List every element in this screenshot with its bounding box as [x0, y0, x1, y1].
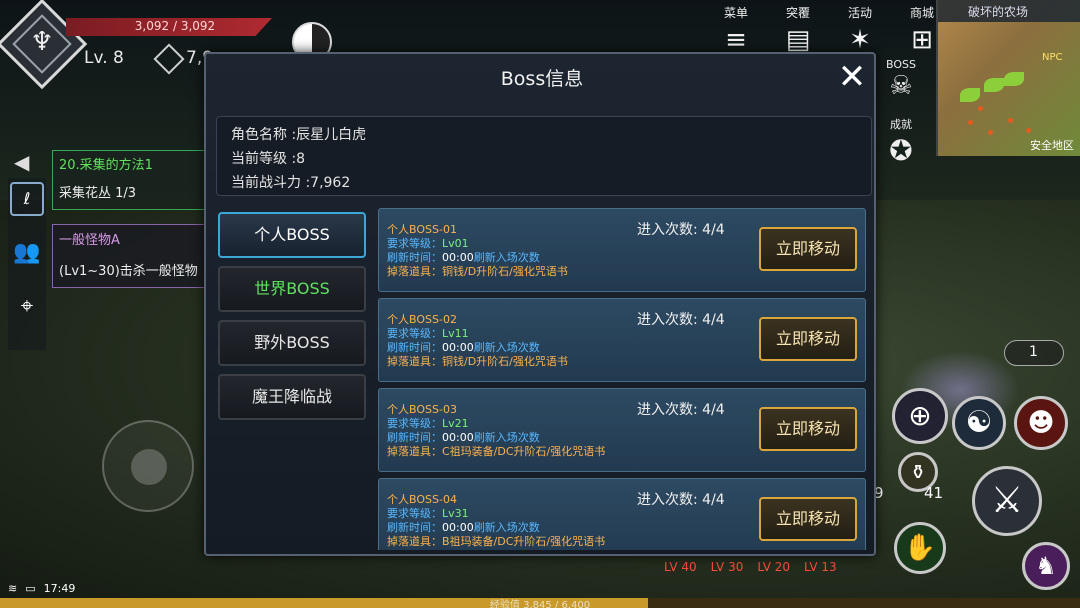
- quest-title: 20.采集的方法1: [59, 158, 153, 173]
- map-plant-icon: [984, 78, 1004, 92]
- entry-count: 进入次数: 4/4: [637, 312, 725, 328]
- move-now-button[interactable]: 立即移动: [759, 317, 857, 361]
- power-value: :7,962: [305, 175, 351, 191]
- achievement-label: 成就: [890, 118, 912, 131]
- status-bar: ≋ ▭ 17:49: [8, 582, 75, 595]
- dialog-title: Boss信息: [500, 68, 584, 90]
- yinyang-skill-icon[interactable]: ☯: [952, 396, 1006, 450]
- exp-text: 经验值 3,845 / 6,400: [489, 600, 591, 608]
- minimap[interactable]: 破坏的农场 NPC 安全地区: [936, 0, 1080, 156]
- level-label: 当前等级: [231, 151, 287, 167]
- lv-badge: LV 30: [710, 560, 744, 574]
- player-level: Lv. 8: [84, 48, 124, 68]
- book-label: 突覆: [785, 6, 810, 20]
- drop-line: 掉落道具：铜钱/D升阶石/强化咒语书: [387, 355, 568, 368]
- quest-item[interactable]: 一般怪物A (Lv1~30)击杀一般怪物: [52, 224, 212, 288]
- demon-mask-icon: ☠: [889, 71, 913, 101]
- quest-tab-icon[interactable]: ℓ: [10, 182, 44, 216]
- boss-shortcut-button[interactable]: BOSS ☠: [876, 58, 926, 101]
- map-marker: [1008, 118, 1013, 123]
- boss-shortcut-label: BOSS: [886, 58, 916, 71]
- lv-badge: LV 40: [664, 560, 697, 574]
- power-label: 当前战斗力: [231, 175, 301, 191]
- move-now-button[interactable]: 立即移动: [759, 407, 857, 451]
- lv-badge: LV 13: [804, 560, 837, 574]
- target-lock-icon[interactable]: ⊕: [892, 388, 948, 444]
- character-name-row: 角色名称 :辰星儿白虎: [231, 123, 857, 147]
- map-marker: [968, 120, 973, 125]
- medal-icon: ✪: [889, 134, 913, 167]
- drop-line: 掉落道具：铜钱/D升阶石/强化咒语书: [387, 265, 568, 278]
- shadow-skill-icon[interactable]: ♞: [1022, 542, 1070, 590]
- tab-world-boss[interactable]: 世界BOSS: [218, 266, 366, 312]
- menu-label: 菜单: [723, 6, 748, 20]
- lv-badges: LV 40 LV 30 LV 20 LV 13: [664, 560, 837, 574]
- minimap-npc-label: NPC: [1042, 52, 1063, 63]
- shop-label: 商城: [909, 6, 934, 20]
- quest-title: 一般怪物A: [59, 233, 120, 248]
- ticket-counter[interactable]: 1: [1004, 340, 1064, 366]
- tab-field-boss[interactable]: 野外BOSS: [218, 320, 366, 366]
- move-now-button[interactable]: 立即移动: [759, 497, 857, 541]
- hp-text: 3,092 / 3,092: [134, 19, 216, 33]
- map-marker: [1026, 128, 1031, 133]
- drop-line: 掉落道具：B祖玛装备/DC升阶石/强化咒语书: [387, 535, 606, 548]
- menu-icon: ≡: [725, 25, 747, 55]
- demon-skill-icon[interactable]: ☻: [1014, 396, 1068, 450]
- minimap-safe-label: 安全地区: [1030, 139, 1074, 152]
- achievement-button[interactable]: 成就 ✪: [876, 116, 926, 167]
- name-label: 角色名称: [231, 127, 287, 143]
- target-icon[interactable]: ⌖: [10, 290, 44, 324]
- boss-card: 个人BOSS-02 要求等级：Lv11 刷新时间：00:00刷新入场次数 掉落道…: [378, 298, 866, 382]
- boss-card: 个人BOSS-01 要求等级：Lv01 刷新时间：00:00刷新入场次数 掉落道…: [378, 208, 866, 292]
- boss-category-list: 个人BOSS 世界BOSS 野外BOSS 魔王降临战: [218, 212, 368, 428]
- joystick-knob[interactable]: [131, 449, 167, 485]
- quest-item[interactable]: 20.采集的方法1 采集花丛 1/3: [52, 150, 212, 210]
- entry-count: 进入次数: 4/4: [637, 492, 725, 508]
- event-button[interactable]: 活动 ✶: [834, 4, 886, 55]
- wifi-icon: ≋: [8, 582, 18, 595]
- boss-info-dialog: Boss信息 ✕ 角色名称 :辰星儿白虎 当前等级 :8 当前战斗力 :7,96…: [204, 52, 876, 556]
- book-button[interactable]: 突覆 ▤: [772, 4, 824, 55]
- potion-count: 41: [924, 484, 944, 502]
- entry-count: 进入次数: 4/4: [637, 222, 725, 238]
- quest-progress: (Lv1~30)击杀一般怪物: [59, 264, 198, 279]
- tab-demon-king-battle[interactable]: 魔王降临战: [218, 374, 366, 420]
- class-icon: ♆: [30, 27, 54, 57]
- drop-line: 掉落道具：C祖玛装备/DC升阶石/强化咒语书: [387, 445, 606, 458]
- movement-joystick[interactable]: [102, 420, 194, 512]
- hand-skill-icon[interactable]: ✋: [894, 522, 946, 574]
- sword-attack-icon[interactable]: ⚔: [972, 466, 1042, 536]
- left-toolbar: ℓ 👥 ⌖: [8, 178, 46, 350]
- move-now-button[interactable]: 立即移动: [759, 227, 857, 271]
- close-icon[interactable]: ✕: [834, 60, 870, 96]
- tab-personal-boss[interactable]: 个人BOSS: [218, 212, 366, 258]
- name-value: :辰星儿白虎: [291, 127, 367, 143]
- menu-button[interactable]: 菜单 ≡: [710, 4, 762, 55]
- map-plant-icon: [960, 88, 980, 102]
- top-menu: 菜单 ≡ 突覆 ▤ 活动 ✶ 商城 ⊞: [710, 4, 948, 55]
- add-friend-icon[interactable]: 👥: [10, 236, 44, 270]
- map-marker: [978, 106, 983, 111]
- entry-count: 进入次数: 4/4: [637, 402, 725, 418]
- map-plant-icon: [1004, 72, 1024, 86]
- level-value: :8: [291, 151, 306, 167]
- power-row: 当前战斗力 :7,962: [231, 171, 857, 195]
- lv-badge: LV 20: [757, 560, 791, 574]
- book-icon: ▤: [785, 25, 811, 55]
- map-marker: [988, 130, 993, 135]
- boss-card: 个人BOSS-04 要求等级：Lv31 刷新时间：00:00刷新入场次数 掉落道…: [378, 478, 866, 550]
- collapse-arrow-icon[interactable]: ◀: [14, 150, 29, 174]
- event-label: 活动: [847, 6, 872, 20]
- minimap-title: 破坏的农场: [938, 0, 1080, 22]
- boss-card: 个人BOSS-03 要求等级：Lv21 刷新时间：00:00刷新入场次数 掉落道…: [378, 388, 866, 472]
- clock: 17:49: [43, 582, 76, 595]
- character-info-box: 角色名称 :辰星儿白虎 当前等级 :8 当前战斗力 :7,962: [216, 116, 872, 196]
- cart-icon: ⊞: [911, 25, 933, 55]
- battery-icon: ▭: [25, 582, 36, 595]
- firework-icon: ✶: [849, 25, 871, 55]
- boss-list[interactable]: 个人BOSS-01 要求等级：Lv01 刷新时间：00:00刷新入场次数 掉落道…: [378, 208, 868, 550]
- level-row: 当前等级 :8: [231, 147, 857, 171]
- quest-progress: 采集花丛 1/3: [59, 186, 137, 201]
